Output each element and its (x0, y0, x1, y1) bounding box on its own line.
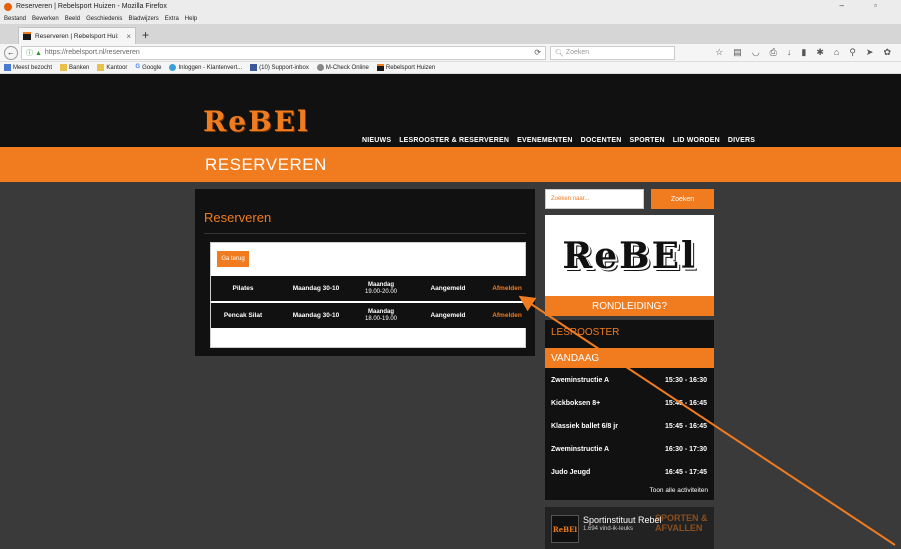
arrow-line (518, 295, 896, 546)
annotation-arrow (518, 295, 896, 546)
